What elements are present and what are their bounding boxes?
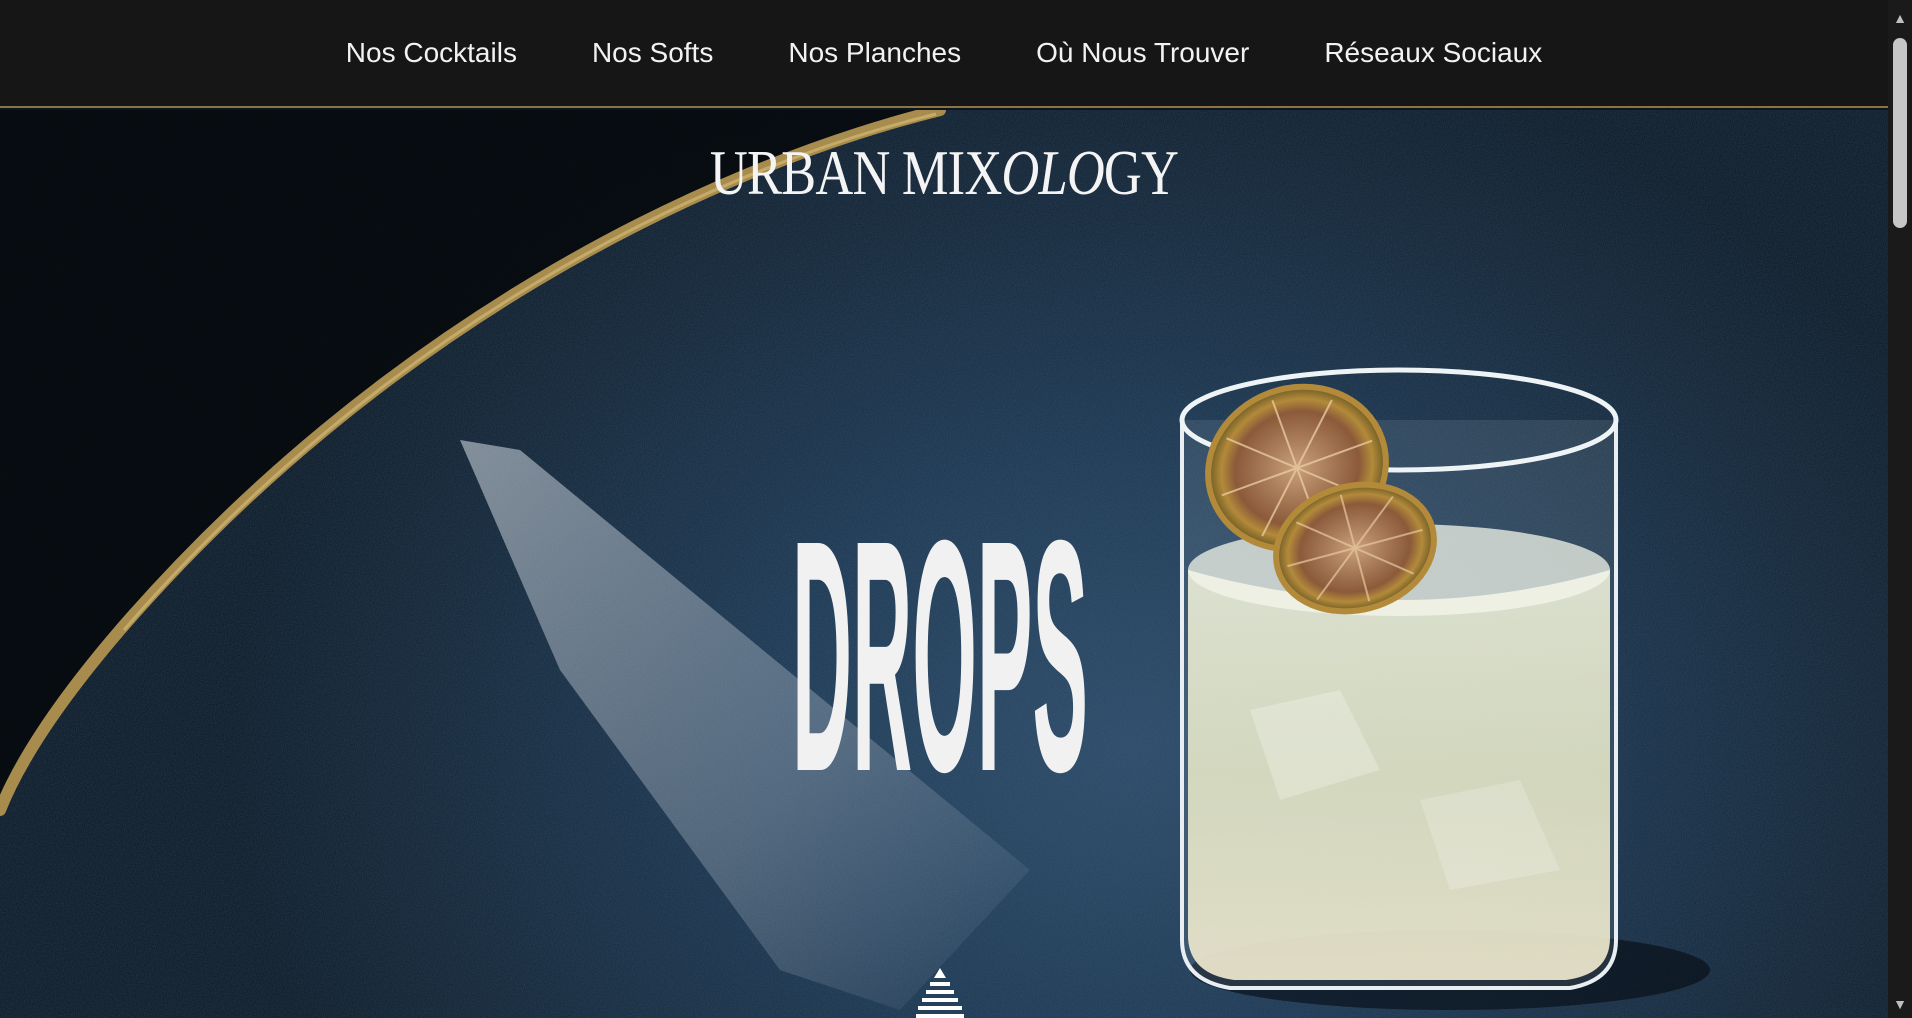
hero-headline: DROPS [792,471,1088,780]
brand-logo-part2: OLO [1001,137,1104,208]
brand-logo-part1: URBAN MIX [709,137,1002,208]
vertical-scrollbar[interactable]: ▲ ▼ [1888,0,1912,1018]
nav-link-location[interactable]: Où Nous Trouver [1036,37,1249,69]
page-viewport: Nos Cocktails Nos Softs Nos Planches Où … [0,0,1888,1018]
scrollbar-thumb[interactable] [1893,38,1907,228]
hero-headline-text: DROPS [792,471,1088,780]
nav-link-planches[interactable]: Nos Planches [788,37,961,69]
brand-logo-part3: GY [1103,137,1179,208]
nav-link-social[interactable]: Réseaux Sociaux [1324,37,1542,69]
nav-link-cocktails[interactable]: Nos Cocktails [346,37,517,69]
scroll-down-arrow-icon[interactable]: ▼ [1888,992,1912,1016]
scroll-up-arrow-icon[interactable]: ▲ [1888,6,1912,30]
nav-link-softs[interactable]: Nos Softs [592,37,713,69]
main-navigation: Nos Cocktails Nos Softs Nos Planches Où … [0,0,1888,108]
brand-logo[interactable]: URBAN MIXOLOGY [170,136,1718,210]
hero-section: URBAN MIXOLOGY DROPS [0,110,1888,1018]
chevron-stack-icon[interactable] [916,968,964,1018]
